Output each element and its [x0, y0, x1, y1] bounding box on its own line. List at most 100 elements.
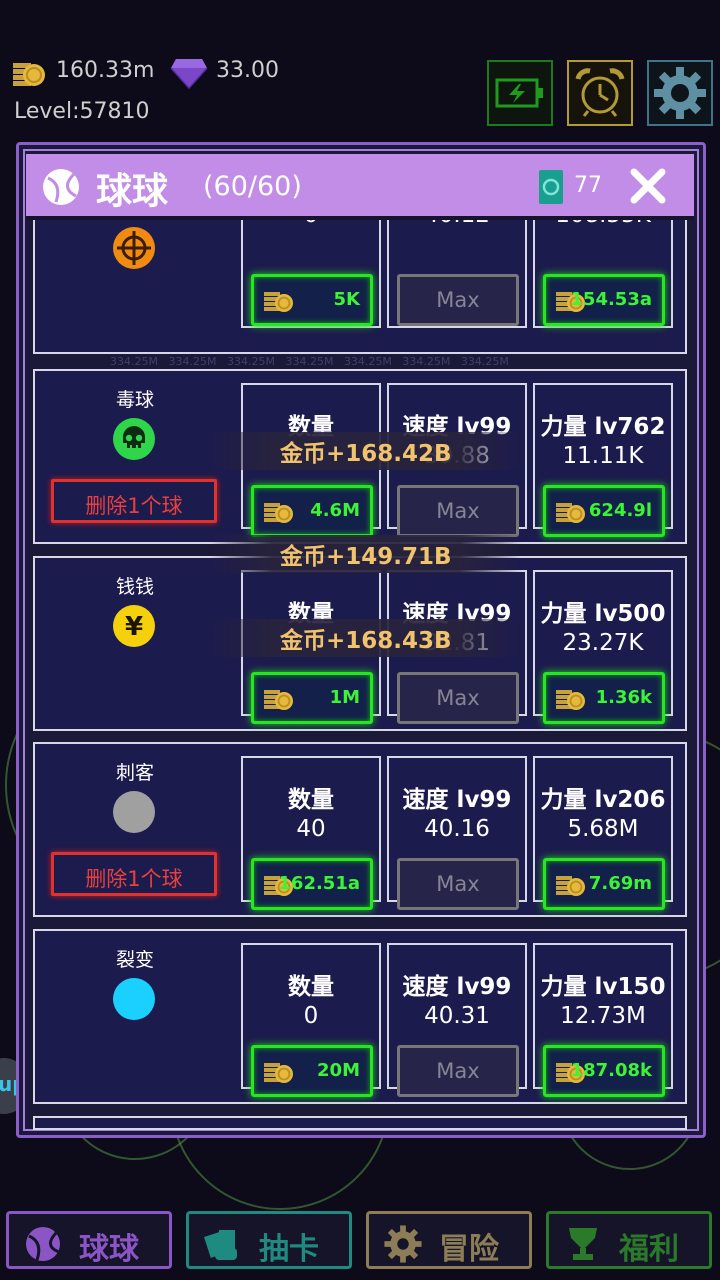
coin-icon — [13, 63, 45, 86]
top-bar: 160.33m 33.00 Level:57810 — [0, 0, 720, 140]
card-icon — [539, 170, 563, 204]
power-value: 5.68M — [567, 816, 639, 842]
coin-icon — [264, 1063, 293, 1083]
ball-row: 刺客 删除1个球 数量 40 162.51a 速度 lv99 40.16 Max 力量 lv20… — [33, 742, 687, 917]
speed-cell: 速度 lv99 40.16 Max — [387, 756, 527, 910]
quantity-cost: 20M — [317, 1060, 360, 1081]
buy-quantity-button[interactable]: 5K — [251, 274, 373, 326]
alarm-clock-button[interactable] — [567, 60, 633, 126]
game-screen: up 160.33m 33.00 Level:57810 334.25M 334… — [0, 0, 720, 1280]
buy-quantity-button[interactable]: 162.51a — [251, 858, 373, 910]
ball-row: 裂变数量 0 20M 速度 lv99 40.31 Max 力量 lv150 12.73M 187… — [33, 929, 687, 1104]
speed-label: 速度 lv99 — [402, 974, 512, 1000]
speed-label: 速度 lv99 — [402, 787, 512, 813]
ball-row — [33, 1116, 687, 1130]
quantity-cost: 162.51a — [278, 873, 360, 894]
buy-quantity-button[interactable]: 20M — [251, 1045, 373, 1097]
power-label: 力量 lv206 — [540, 787, 666, 813]
ball-name: 钱钱 — [115, 576, 154, 598]
settings-button[interactable] — [647, 60, 713, 126]
power-label: 力量 lv150 — [540, 974, 666, 1000]
speed-max-button[interactable]: Max — [397, 485, 519, 537]
panel-title: 球球 — [96, 171, 169, 212]
tab-adventure[interactable]: 冒险 — [366, 1211, 532, 1269]
player-level: Level:57810 — [14, 99, 150, 124]
power-cost: 154.53a — [570, 289, 652, 310]
coin-icon — [264, 503, 293, 523]
speed-max-button[interactable]: Max — [397, 672, 519, 724]
delete-ball-button[interactable]: 删除1个球 — [51, 852, 217, 896]
tab-label: 福利 — [619, 1232, 679, 1267]
panel-header: 球球 (60/60) 77 — [26, 154, 694, 220]
speed-max-label: Max — [436, 872, 480, 896]
battery-button[interactable] — [487, 60, 553, 126]
tab-label: 冒险 — [439, 1232, 499, 1267]
speed-max-label: Max — [436, 288, 480, 312]
buy-quantity-button[interactable]: 4.6M — [251, 485, 373, 537]
quantity-label: 数量 — [288, 787, 334, 813]
trophy-icon — [569, 1228, 597, 1260]
quantity-cell: 数量 40 162.51a — [241, 756, 381, 910]
power-cell: 力量 lv500 23.27K 1.36k — [533, 570, 673, 724]
close-icon[interactable] — [626, 164, 670, 208]
speed-max-label: Max — [436, 1059, 480, 1083]
power-value: 12.73M — [560, 1003, 646, 1029]
speed-max-label: Max — [436, 499, 480, 523]
quantity-cost: 4.6M — [310, 500, 360, 521]
buy-quantity-button[interactable]: 1M — [251, 672, 373, 724]
quantity-label: 数量 — [288, 974, 334, 1000]
cyan-ball-icon — [112, 977, 156, 1021]
power-label: 力量 lv762 — [540, 414, 666, 440]
card-count: 77 — [574, 173, 602, 198]
speed-value: 40.16 — [424, 816, 490, 842]
ghost-row: 334.25M 334.25M 334.25M 334.25M 334.25M … — [110, 355, 509, 368]
quantity-value: 0 — [303, 1003, 319, 1029]
delete-ball-label: 删除1个球 — [85, 494, 183, 518]
power-cost: 7.69m — [588, 873, 652, 894]
tab-balls[interactable]: 球球 — [6, 1211, 172, 1269]
alarm-clock-icon — [575, 68, 625, 117]
power-value: 23.27K — [562, 630, 644, 656]
tab-label: 抽卡 — [259, 1232, 319, 1267]
buy-power-button[interactable]: 187.08k — [543, 1045, 665, 1097]
gem-balance: 33.00 — [216, 58, 279, 83]
power-label: 力量 lv500 — [540, 601, 666, 627]
ball-icon — [26, 1227, 60, 1261]
speed-max-button[interactable]: Max — [397, 858, 519, 910]
coin-icon — [556, 690, 585, 710]
buy-power-button[interactable]: 1.36k — [543, 672, 665, 724]
quantity-cost: 5K — [333, 289, 360, 310]
ball-count: (60/60) — [203, 171, 302, 202]
ball-name: 毒球 — [115, 389, 154, 411]
power-cell: 力量 lv150 12.73M 187.08k — [533, 943, 673, 1097]
buy-power-button[interactable]: 7.69m — [543, 858, 665, 910]
speed-cell: 速度 lv99 40.31 Max — [387, 943, 527, 1097]
crosshair-icon — [112, 226, 156, 270]
gear-icon — [384, 1225, 422, 1263]
buy-power-button[interactable]: 154.53a — [543, 274, 665, 326]
coin-balance: 160.33m — [56, 58, 155, 83]
coin-icon — [264, 690, 293, 710]
power-cost: 187.08k — [570, 1060, 652, 1081]
ball-name: 裂变 — [115, 949, 154, 971]
battery-icon — [495, 78, 543, 108]
tab-draw[interactable]: 抽卡 — [186, 1211, 352, 1269]
power-cost: 624.9l — [588, 500, 652, 521]
cards-icon — [203, 1230, 237, 1260]
yen-icon: ¥ — [112, 604, 156, 648]
ball-icon — [43, 169, 79, 205]
tab-rewards[interactable]: 福利 — [546, 1211, 712, 1269]
speed-max-button[interactable]: Max — [397, 1045, 519, 1097]
coin-gain-popup: 金币+168.42B — [210, 432, 522, 470]
diamond-icon — [170, 59, 208, 89]
tab-label: 球球 — [79, 1232, 139, 1267]
speed-max-label: Max — [436, 686, 480, 710]
quantity-value: 40 — [296, 816, 326, 842]
power-value: 11.11K — [562, 443, 644, 469]
coin-gain-popup: 金币+149.71B — [210, 535, 522, 573]
power-cost: 1.36k — [595, 687, 652, 708]
buy-power-button[interactable]: 624.9l — [543, 485, 665, 537]
delete-ball-button[interactable]: 删除1个球 — [51, 479, 217, 523]
gear-icon — [654, 67, 706, 119]
speed-max-button[interactable]: Max — [397, 274, 519, 326]
